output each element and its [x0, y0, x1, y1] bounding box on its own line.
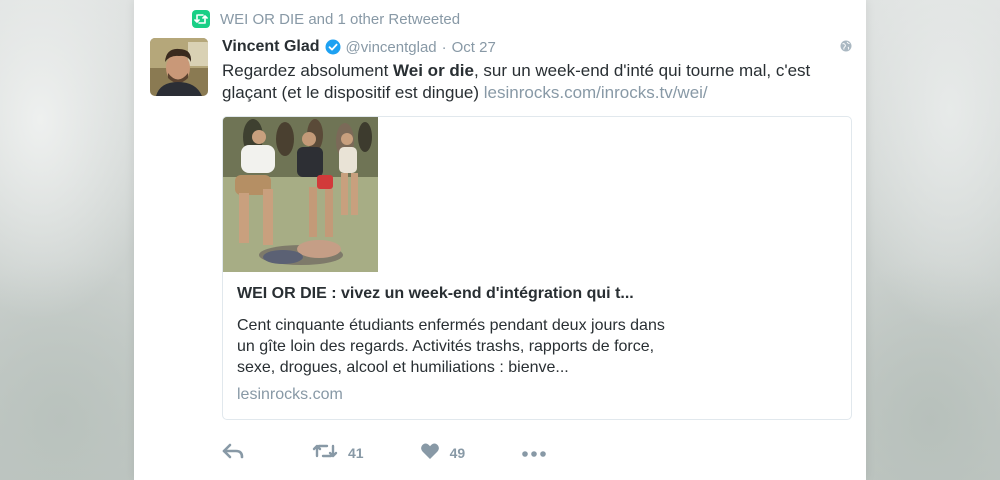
- author-handle[interactable]: @vincentglad: [346, 39, 437, 56]
- globe-icon: [840, 39, 852, 57]
- link-preview-card[interactable]: WEI OR DIE : vivez un week-end d'intégra…: [222, 116, 852, 420]
- retweet-action-icon: [312, 443, 338, 462]
- author-name[interactable]: Vincent Glad: [222, 38, 320, 56]
- avatar[interactable]: [150, 38, 208, 96]
- more-button[interactable]: [521, 445, 547, 461]
- retweet-context: WEI OR DIE and 1 other Retweeted: [192, 10, 460, 28]
- tweet-actions: 41 49: [222, 442, 547, 463]
- separator-dot: ·: [441, 38, 447, 56]
- tweet-card[interactable]: WEI OR DIE and 1 other Retweeted Vincent…: [134, 0, 866, 480]
- retweet-button[interactable]: 41: [312, 443, 364, 462]
- verified-badge-icon: [325, 39, 341, 55]
- more-dots-icon: [521, 445, 547, 461]
- like-count: 49: [449, 444, 466, 461]
- retweet-icon: [192, 10, 210, 28]
- tweet-link[interactable]: lesinrocks.com/inrocks.tv/wei/: [484, 83, 708, 102]
- link-card-description: Cent cinquante étudiants enfermés pendan…: [237, 317, 665, 376]
- tweet-text: Regardez absolument Wei or die, sur un w…: [222, 60, 852, 104]
- heart-icon: [420, 442, 440, 463]
- retweet-count: 41: [348, 444, 364, 461]
- tweet-text-start: Regardez absolument: [222, 61, 394, 80]
- tweet-text-bold: Wei or die: [393, 61, 474, 80]
- reply-icon: [222, 443, 244, 462]
- link-preview-image: [223, 117, 378, 272]
- like-button[interactable]: 49: [420, 442, 466, 463]
- link-card-domain: lesinrocks.com: [237, 386, 343, 403]
- tweet-date[interactable]: Oct 27: [452, 39, 496, 56]
- link-card-title[interactable]: WEI OR DIE : vivez un week-end d'intégra…: [237, 285, 634, 303]
- reply-button[interactable]: [222, 443, 244, 462]
- tweet-header: Vincent Glad @vincentglad · Oct 27: [222, 38, 496, 56]
- retweet-context-text[interactable]: WEI OR DIE and 1 other Retweeted: [220, 11, 460, 28]
